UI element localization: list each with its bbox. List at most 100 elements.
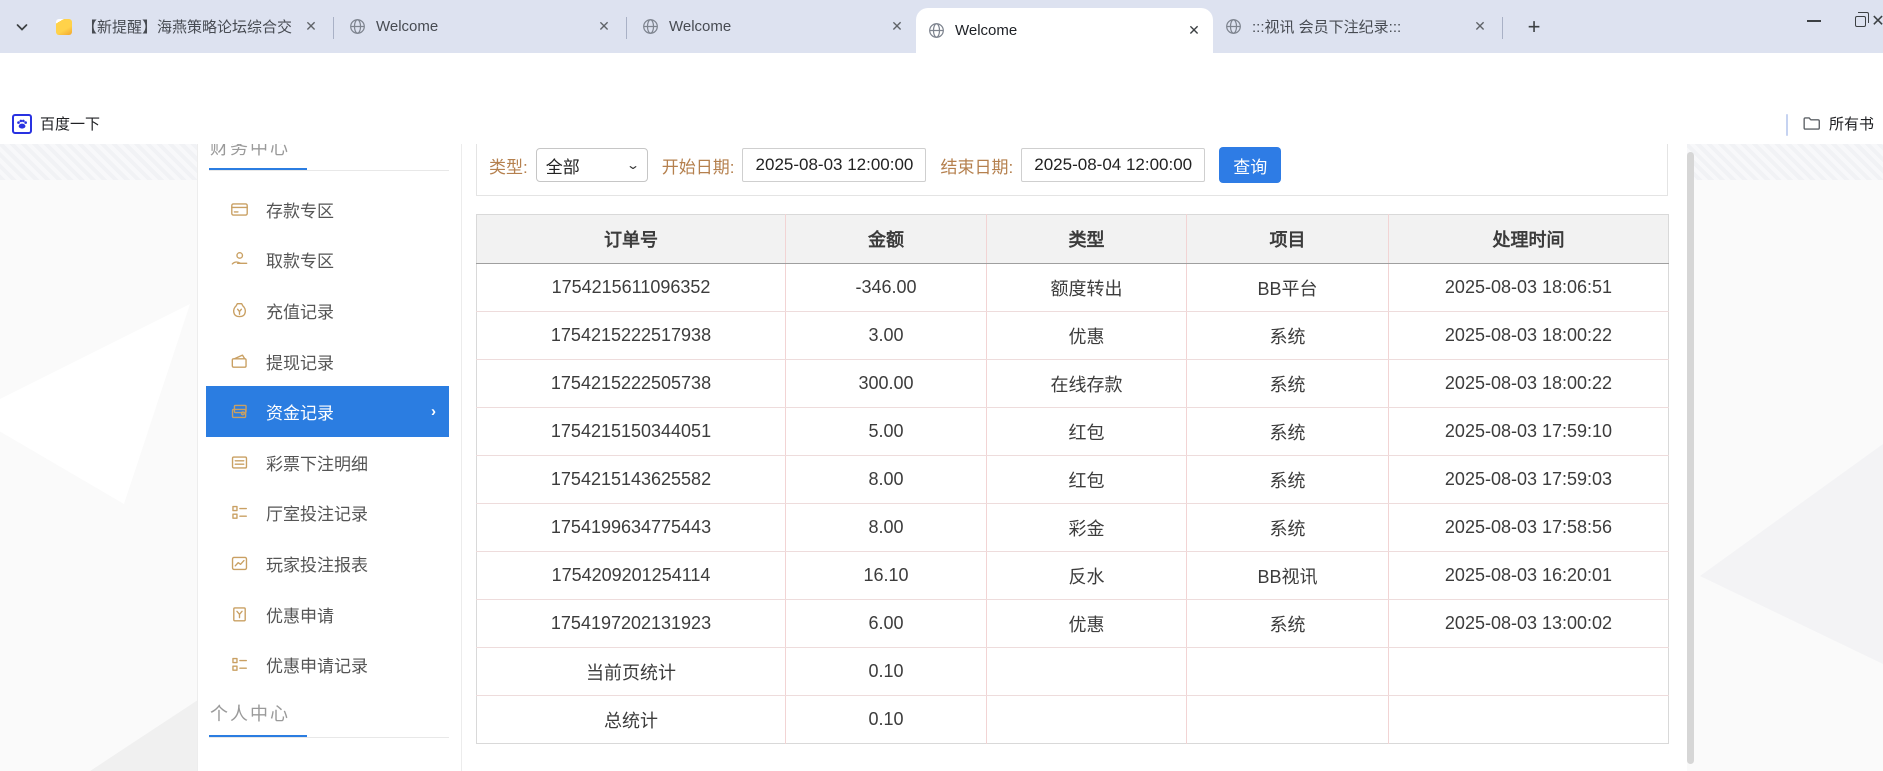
sidebar-item-promo-ticket[interactable]: 优惠申请›	[206, 589, 449, 640]
report-chart-icon	[230, 554, 249, 573]
table-summary-row: 总统计0.10	[477, 696, 1669, 744]
sidebar-item-deposit-card[interactable]: 存款专区›	[206, 184, 449, 235]
table-cell: 2025-08-03 18:00:22	[1389, 312, 1669, 360]
table-cell: 8.00	[786, 456, 987, 504]
sidebar-content-divider	[461, 144, 462, 771]
minimize-button[interactable]	[1791, 0, 1837, 42]
table-row: 1754215222505738300.00在线存款系统2025-08-03 1…	[477, 360, 1669, 408]
table-cell	[987, 648, 1187, 696]
browser-tab-2[interactable]: Welcome ✕	[337, 0, 623, 53]
bookmark-baidu[interactable]: 百度一下	[12, 113, 100, 134]
new-tab-button[interactable]: +	[1520, 13, 1548, 41]
close-window-button[interactable]: ✕	[1855, 0, 1883, 42]
sidebar-item-promo-grid[interactable]: 优惠申请记录›	[206, 639, 449, 690]
web-page: 财务中心 存款专区›取款专区›充值记录›提现记录›资金记录›彩票下注明细›厅室投…	[0, 144, 1883, 771]
table-cell: 1754215222505738	[477, 360, 786, 408]
promo-grid-icon	[230, 655, 249, 674]
sidebar-item-label: 取款专区	[266, 247, 334, 272]
funds-record-table: 订单号金额类型项目处理时间 1754215611096352-346.00额度转…	[476, 214, 1669, 744]
tab-title: Welcome	[955, 22, 1179, 39]
tab-close-button[interactable]: ✕	[595, 18, 613, 36]
sidebar-item-label: 资金记录	[266, 399, 334, 424]
browser-tab-4[interactable]: Welcome ✕	[916, 8, 1213, 53]
globe-favicon-icon	[349, 18, 366, 35]
table-row: 17541972021319236.00优惠系统2025-08-03 13:00…	[477, 600, 1669, 648]
table-row: 1754215611096352-346.00额度转出BB平台2025-08-0…	[477, 264, 1669, 312]
table-cell: 5.00	[786, 408, 987, 456]
bookmark-bar: 百度一下 所有书	[0, 106, 1883, 144]
table-header-cell: 处理时间	[1389, 215, 1669, 264]
baidu-favicon	[12, 114, 32, 134]
table-cell	[1389, 648, 1669, 696]
tab-separator	[626, 17, 627, 39]
start-date-input[interactable]: 2025-08-03 12:00:00	[742, 148, 926, 182]
table-cell: 1754215611096352	[477, 264, 786, 312]
end-date-group: 结束日期: 2025-08-04 12:00:00	[940, 148, 1205, 182]
table-cell	[1187, 696, 1389, 744]
tab-close-button[interactable]: ✕	[302, 18, 320, 36]
query-button[interactable]: 查询	[1219, 147, 1281, 183]
page-scrollbar[interactable]	[1687, 152, 1694, 764]
tab-title: 【新提醒】海燕策略论坛综合交	[82, 16, 296, 37]
sidebar-item-cashout-wallet[interactable]: 提现记录›	[206, 336, 449, 387]
sidebar-item-withdraw-hand[interactable]: 取款专区›	[206, 235, 449, 286]
browser-tab-1[interactable]: 【新提醒】海燕策略论坛综合交 ✕	[44, 0, 330, 53]
type-select[interactable]: 全部 ⌄	[536, 148, 648, 182]
promo-ticket-icon	[230, 605, 249, 624]
tab-title: Welcome	[376, 18, 589, 35]
sidebar-item-recharge-bag[interactable]: 充值记录›	[206, 285, 449, 336]
table-summary-row: 当前页统计0.10	[477, 648, 1669, 696]
sidebar-item-lottery-list[interactable]: 彩票下注明细›	[206, 437, 449, 488]
folder-icon	[1802, 114, 1821, 133]
table-cell: 8.00	[786, 504, 987, 552]
tab-close-button[interactable]: ✕	[1471, 18, 1489, 36]
end-date-input[interactable]: 2025-08-04 12:00:00	[1021, 148, 1205, 182]
table-cell: 1754215143625582	[477, 456, 786, 504]
heading-underline	[209, 170, 449, 171]
table-cell: 3.00	[786, 312, 987, 360]
background-triangle	[0, 304, 190, 504]
table-cell: 1754199634775443	[477, 504, 786, 552]
select-chevron-icon: ⌄	[626, 158, 640, 172]
tab-close-button[interactable]: ✕	[1185, 22, 1203, 40]
hall-grid-icon	[230, 503, 249, 522]
table-cell: 系统	[1187, 360, 1389, 408]
browser-tab-3[interactable]: Welcome✕	[630, 0, 916, 53]
table-header-cell: 金额	[786, 215, 987, 264]
table-cell: 2025-08-03 18:06:51	[1389, 264, 1669, 312]
table-cell	[987, 696, 1187, 744]
table-cell: 反水	[987, 552, 1187, 600]
table-cell: 1754209201254114	[477, 552, 786, 600]
table-cell: 6.00	[786, 600, 987, 648]
table-cell: 300.00	[786, 360, 987, 408]
sidebar-item-funds-wallet[interactable]: 资金记录›	[206, 386, 449, 437]
table-cell: 总统计	[477, 696, 786, 744]
sidebar-item-label: 优惠申请记录	[266, 652, 368, 677]
deposit-card-icon	[230, 200, 249, 219]
table-cell: 彩金	[987, 504, 1187, 552]
heading-underline	[209, 737, 449, 738]
table-cell: 2025-08-03 17:58:56	[1389, 504, 1669, 552]
table-cell: 2025-08-03 16:20:01	[1389, 552, 1669, 600]
type-filter-group: 类型: 全部 ⌄	[489, 148, 648, 182]
sidebar-heading-personal: 个人中心	[210, 700, 290, 726]
withdraw-hand-icon	[230, 250, 249, 269]
table-cell: 1754197202131923	[477, 600, 786, 648]
table-cell: 0.10	[786, 696, 987, 744]
browser-tab-5[interactable]: :::视讯 会员下注纪录:::✕	[1213, 0, 1499, 53]
sidebar-item-label: 优惠申请	[266, 602, 334, 627]
minimize-icon	[1807, 20, 1821, 22]
start-date-group: 开始日期: 2025-08-03 12:00:00	[662, 148, 927, 182]
table-cell: BB平台	[1187, 264, 1389, 312]
table-cell: 1754215222517938	[477, 312, 786, 360]
tab-search-button[interactable]	[8, 13, 36, 41]
table-header-cell: 订单号	[477, 215, 786, 264]
sidebar-item-hall-grid[interactable]: 厅室投注记录›	[206, 488, 449, 539]
table-row: 175420920125411416.10反水BB视讯2025-08-03 16…	[477, 552, 1669, 600]
browser-tab-strip: 【新提醒】海燕策略论坛综合交✕Welcome✕Welcome✕Welcome✕:…	[0, 0, 1883, 53]
all-bookmarks-button[interactable]: 所有书	[1802, 113, 1883, 134]
table-cell: 系统	[1187, 600, 1389, 648]
tab-close-button[interactable]: ✕	[888, 18, 906, 36]
start-date-label: 开始日期:	[662, 153, 735, 178]
sidebar-item-report-chart[interactable]: 玩家投注报表›	[206, 538, 449, 589]
